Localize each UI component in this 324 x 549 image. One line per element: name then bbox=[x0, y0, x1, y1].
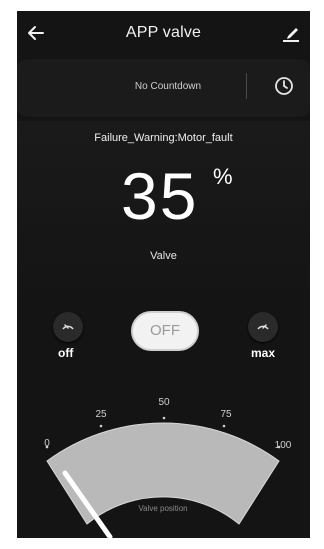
tick-label-100: 100 bbox=[275, 440, 292, 451]
gauge-caption: Valve position bbox=[138, 504, 187, 513]
tick-label-0: 0 bbox=[44, 438, 50, 449]
top-bar: APP valve bbox=[17, 11, 310, 55]
tick-mark bbox=[222, 424, 226, 428]
warning-text: Failure_Warning:Motor_fault bbox=[94, 132, 233, 144]
power-toggle-button[interactable]: OFF bbox=[131, 311, 199, 351]
clock-icon[interactable] bbox=[273, 75, 295, 97]
page-title: APP valve bbox=[125, 24, 202, 41]
tick-mark bbox=[162, 416, 166, 420]
gauge-high-icon bbox=[257, 324, 269, 330]
edit-pen-icon[interactable] bbox=[280, 22, 302, 44]
tick-label-75: 75 bbox=[220, 409, 232, 420]
valve-value: 35 bbox=[121, 159, 199, 233]
app-screen: APP valve No Countdown Failure_Warning:M… bbox=[17, 11, 310, 538]
max-label: max bbox=[251, 346, 276, 360]
divider bbox=[246, 73, 247, 99]
tick-label-50: 50 bbox=[158, 397, 170, 408]
tick-label-25: 25 bbox=[95, 409, 107, 420]
valve-position-gauge: 0 25 50 75 100 Valve position bbox=[44, 397, 292, 538]
valve-label: Valve bbox=[150, 250, 177, 262]
off-button[interactable] bbox=[53, 312, 83, 342]
percent-unit: % bbox=[213, 164, 233, 189]
gauge-low-icon bbox=[62, 324, 74, 330]
off-label: off bbox=[58, 346, 74, 360]
countdown-label: No Countdown bbox=[134, 81, 202, 92]
tick-mark bbox=[99, 424, 103, 428]
max-button[interactable] bbox=[248, 312, 278, 342]
countdown-bar[interactable]: No Countdown bbox=[17, 59, 310, 117]
